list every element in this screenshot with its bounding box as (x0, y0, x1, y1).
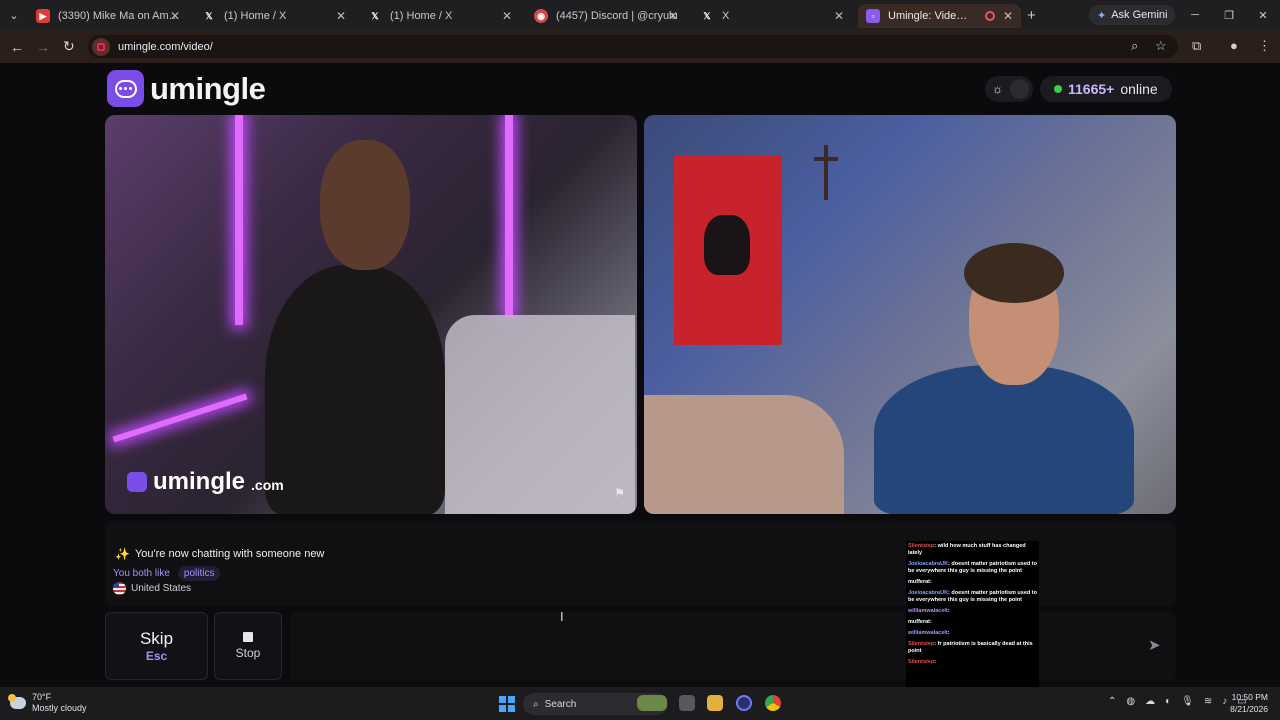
wifi-icon[interactable]: ≋ (1204, 696, 1212, 707)
tab-search-chevron-icon[interactable]: ⌄ (0, 0, 28, 30)
send-icon[interactable]: ➤ (1148, 636, 1161, 654)
theme-toggle[interactable]: ☼ (985, 76, 1033, 102)
gemini-sparkle-icon: ✦ (1097, 9, 1107, 22)
weather-widget[interactable]: 70°F Mostly cloudy (8, 692, 87, 714)
site-info-icon[interactable] (92, 37, 110, 56)
local-video: umingle .com ⚑ (105, 115, 637, 514)
browser-tab-umingle[interactable]: ▫ Umingle: Video Chat with ✕ (858, 4, 1021, 28)
close-tab-icon[interactable]: ✕ (834, 9, 844, 23)
person-silhouette (874, 365, 1134, 514)
reload-icon[interactable]: ↻ (63, 38, 75, 55)
online-status-dot (1054, 85, 1062, 93)
stream-chat-message: JoeloacabraUK: doesnt matter patriotism … (908, 590, 1037, 603)
stranger-country: United States (113, 582, 191, 595)
wall-cross (814, 145, 838, 200)
app-icon[interactable] (707, 695, 723, 711)
address-bar[interactable]: umingle.com/video/ (88, 35, 1178, 58)
stop-icon (243, 632, 253, 642)
site-logo[interactable]: umingle (107, 70, 266, 107)
ask-gemini-button[interactable]: ✦ Ask Gemini (1089, 5, 1176, 25)
search-icon: ⌕ (533, 698, 539, 710)
toggle-knob (1010, 79, 1029, 99)
restore-icon[interactable]: ❐ (1212, 0, 1246, 30)
online-counter: 11665+ online (1040, 76, 1172, 102)
browser-tab-x-home-1[interactable]: 𝕏 (1) Home / X ✕ (194, 4, 354, 28)
youtube-icon: ▶ (36, 9, 50, 23)
speaker-icon[interactable]: ♪ (1222, 696, 1227, 707)
zoom-icon[interactable]: ⌕ (1131, 38, 1138, 54)
forward-arrow-icon[interactable]: → (36, 39, 50, 55)
person-silhouette (265, 265, 445, 514)
windows-taskbar: 70°F Mostly cloudy ⌕ Search ⌃ ◍ ☁ ◐ 🎙 ≋ … (0, 687, 1280, 720)
taskbar-clock[interactable]: 10:50 PM 8/21/2026 (1230, 691, 1268, 715)
profile-avatar-icon[interactable]: ● (1230, 38, 1238, 53)
browser-tab-discord[interactable]: ◉ (4457) Discord | @cryulu ✕ (526, 4, 686, 28)
chat-bubble-logo-icon (107, 70, 144, 107)
discord-icon: ◉ (534, 9, 548, 23)
browser-tab-youtube[interactable]: ▶ (3390) Mike Ma on America | ✕ (28, 4, 188, 28)
umingle-watermark: umingle .com (127, 468, 284, 496)
bookmark-star-icon[interactable]: ☆ (1155, 38, 1167, 54)
stream-chat-message: Silentstep: (908, 659, 937, 665)
close-tab-icon[interactable]: ✕ (1003, 9, 1013, 23)
tray-app-icon[interactable]: ◍ (1126, 696, 1135, 707)
common-interests: You both like politics (113, 566, 221, 581)
stranger-video (644, 115, 1176, 514)
microphone-icon[interactable]: 🎙 (1181, 696, 1194, 707)
partly-cloudy-icon (8, 694, 26, 709)
stream-chat-message: Silentstep: wild how much stuff has chan… (908, 543, 1026, 556)
chrome-icon[interactable] (765, 695, 781, 711)
tray-app-icon[interactable]: ☁ (1145, 696, 1155, 707)
back-arrow-icon[interactable]: ← (10, 39, 24, 55)
extensions-icon[interactable]: ⧉ (1192, 38, 1201, 54)
sun-icon: ☼ (992, 82, 1004, 96)
search-highlight-icon (637, 695, 667, 711)
stream-chat-message: williamwalacelt: (908, 630, 950, 636)
system-tray: ⌃ ◍ ☁ ◐ 🎙 ≋ ♪ ▭ (1108, 696, 1247, 707)
stream-chat-message: williamwalacelt: (908, 608, 950, 614)
new-tab-button[interactable]: + (1027, 7, 1036, 24)
x-icon: 𝕏 (205, 10, 213, 21)
chevron-up-icon[interactable]: ⌃ (1108, 696, 1116, 707)
window-controls: ─ ❐ ✕ (1178, 0, 1280, 30)
interest-tag: politics (177, 566, 221, 581)
skip-button[interactable]: Skip Esc (105, 612, 208, 680)
minimize-icon[interactable]: ─ (1178, 0, 1212, 30)
x-icon: 𝕏 (703, 10, 711, 21)
message-input[interactable] (290, 612, 1176, 680)
close-tab-icon[interactable]: ✕ (170, 9, 180, 23)
x-icon: 𝕏 (371, 10, 379, 21)
close-tab-icon[interactable]: ✕ (668, 9, 678, 23)
stream-chat-message: mufferat: (908, 619, 932, 625)
umingle-logo-icon (127, 472, 147, 492)
text-cursor-icon: I (560, 609, 564, 624)
umingle-icon: ▫ (866, 9, 880, 23)
us-flag-icon (113, 582, 126, 595)
stream-chat-message: mufferat: (908, 579, 932, 585)
stream-chat-message: JoeloacabraUK: doesnt matter patriotism … (908, 561, 1037, 574)
menu-kebab-icon[interactable]: ⋮ (1258, 38, 1271, 54)
url-text: umingle.com/video/ (118, 40, 213, 53)
chat-status-message: ✨ You're now chatting with someone new (115, 547, 325, 561)
task-view-icon[interactable] (679, 695, 695, 711)
tray-app-icon[interactable]: ◐ (1165, 696, 1171, 707)
stream-chat-message: Silentstep: fr patriotism is basically d… (908, 641, 1033, 654)
report-flag-icon[interactable]: ⚑ (614, 486, 625, 500)
close-tab-icon[interactable]: ✕ (336, 9, 346, 23)
browser-tab-x[interactable]: 𝕏 X ✕ (692, 4, 852, 28)
close-window-icon[interactable]: ✕ (1246, 0, 1280, 30)
close-tab-icon[interactable]: ✕ (502, 9, 512, 23)
recording-icon (985, 11, 995, 21)
browser-tab-x-home-2[interactable]: 𝕏 (1) Home / X ✕ (360, 4, 520, 28)
windows-start-icon[interactable] (499, 696, 515, 712)
sparkle-icon: ✨ (115, 547, 130, 561)
app-icon[interactable] (736, 695, 752, 711)
stop-button[interactable]: Stop (214, 612, 282, 680)
